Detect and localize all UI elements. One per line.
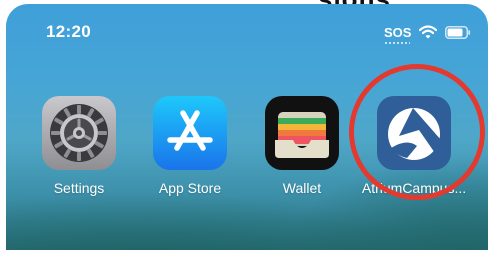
wallet-icon[interactable]: [265, 96, 339, 170]
app-label-wallet[interactable]: Wallet: [283, 180, 321, 196]
status-indicators: SOS: [384, 22, 471, 44]
wifi-icon: [419, 25, 438, 39]
settings-gear-icon[interactable]: [42, 96, 116, 170]
sos-indicator: SOS: [384, 24, 412, 44]
battery-icon: [445, 25, 471, 39]
status-time: 12:20: [46, 22, 91, 41]
app-atrium-campus[interactable]: AtriumCampus...: [362, 96, 466, 196]
app-label-atrium-campus[interactable]: AtriumCampus...: [362, 180, 466, 196]
app-label-settings[interactable]: Settings: [54, 180, 105, 196]
app-label-app-store[interactable]: App Store: [159, 180, 221, 196]
app-app-store[interactable]: App Store: [142, 96, 238, 196]
app-settings[interactable]: Settings: [31, 96, 127, 196]
app-wallet[interactable]: Wallet: [254, 96, 350, 196]
home-screen: 12:20 SOS Settings App Store Wallet Atri…: [6, 4, 488, 250]
app-store-icon[interactable]: [153, 96, 227, 170]
atrium-campus-icon[interactable]: [377, 96, 451, 170]
